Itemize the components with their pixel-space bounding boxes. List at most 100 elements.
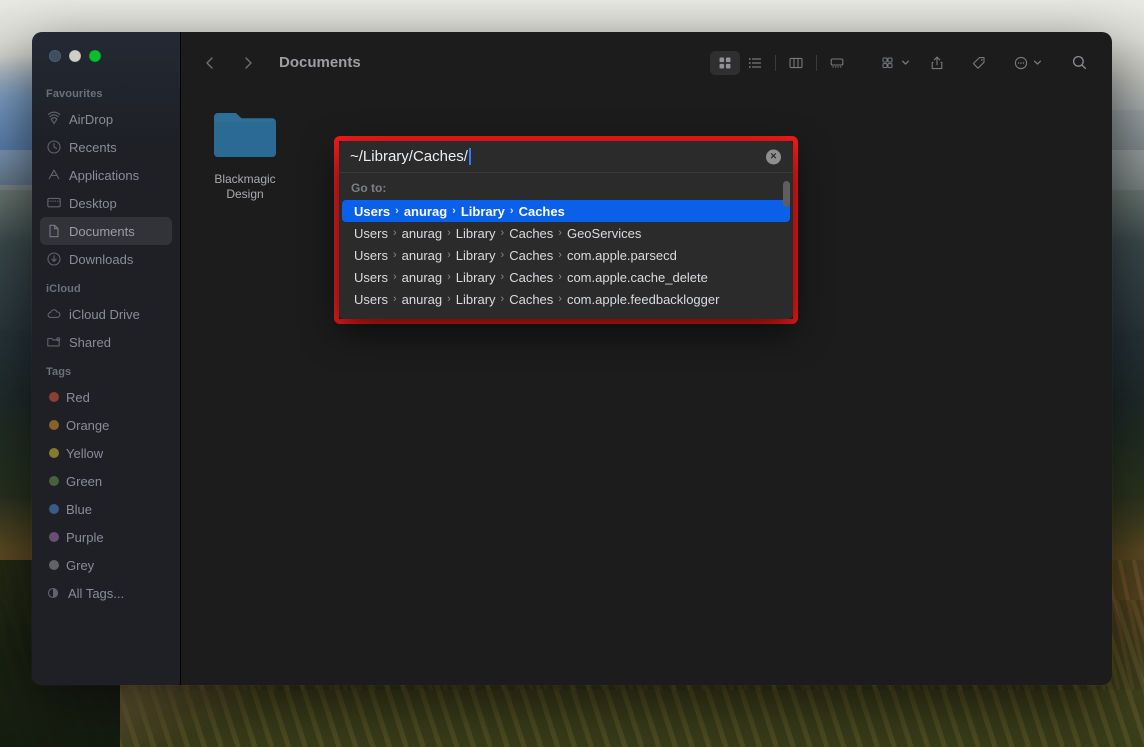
goto-suggestion-row[interactable]: Users › anurag › Library › Caches › com.… xyxy=(342,266,790,288)
close-button[interactable] xyxy=(49,50,61,62)
group-by-button[interactable] xyxy=(874,51,904,75)
cloud-icon xyxy=(46,306,62,322)
view-mode-group xyxy=(710,50,852,75)
crumb: anurag xyxy=(401,291,443,307)
crumb: Library xyxy=(455,225,496,241)
sidebar-label: Desktop xyxy=(69,195,117,211)
sidebar-item-icloud-drive[interactable]: iCloud Drive xyxy=(40,300,172,328)
crumb: anurag xyxy=(403,203,448,219)
sidebar-item-tag-purple[interactable]: Purple xyxy=(40,523,172,551)
sidebar-label: Green xyxy=(66,473,103,489)
goto-list-scrollbar[interactable] xyxy=(783,181,790,303)
crumb: com.apple.parsecd xyxy=(566,247,677,263)
goto-path-field[interactable]: ~/Library/Caches/ × xyxy=(339,141,793,173)
sidebar-item-tag-yellow[interactable]: Yellow xyxy=(40,439,172,467)
crumb-separator-icon: › xyxy=(392,293,397,305)
tag-dot-purple-icon xyxy=(49,532,59,542)
tag-dot-green-icon xyxy=(49,476,59,486)
goto-path-value: ~/Library/Caches/ xyxy=(350,148,468,165)
sidebar-item-desktop[interactable]: Desktop xyxy=(40,189,172,217)
scrollbar-thumb[interactable] xyxy=(783,181,790,207)
crumb-separator-icon: › xyxy=(447,271,451,283)
forward-button[interactable] xyxy=(235,50,261,76)
goto-list-header: Go to: xyxy=(351,181,387,195)
sidebar-item-shared[interactable]: Shared xyxy=(40,328,172,356)
sidebar-item-tag-grey[interactable]: Grey xyxy=(40,551,172,579)
crumb-separator-icon: › xyxy=(500,249,505,261)
list-view-button[interactable] xyxy=(740,51,770,75)
column-view-button[interactable] xyxy=(781,51,811,75)
sidebar-label: Purple xyxy=(66,529,104,545)
crumb: Library xyxy=(460,203,505,219)
sidebar-label: Shared xyxy=(69,334,111,350)
crumb: Caches xyxy=(509,269,554,285)
sidebar-item-downloads[interactable]: Downloads xyxy=(40,245,172,273)
sidebar-label: Yellow xyxy=(66,445,104,461)
toolbar-divider xyxy=(816,54,817,71)
share-button[interactable] xyxy=(922,51,952,75)
crumb-separator-icon: › xyxy=(558,293,562,305)
sidebar-section-icloud: iCloud xyxy=(46,283,81,295)
crumb-separator-icon: › xyxy=(395,205,399,217)
tag-dot-grey-icon xyxy=(49,560,59,570)
sidebar-label: Grey xyxy=(66,557,95,573)
sidebar-item-airdrop[interactable]: AirDrop xyxy=(40,105,172,133)
maximize-button[interactable] xyxy=(89,50,101,62)
crumb: Caches xyxy=(518,203,565,219)
sidebar-item-tag-orange[interactable]: Orange xyxy=(40,411,172,439)
group-by-control[interactable] xyxy=(874,51,910,75)
sidebar-item-tag-red[interactable]: Red xyxy=(40,383,172,411)
back-button[interactable] xyxy=(197,50,223,76)
tag-button[interactable] xyxy=(964,51,994,75)
crumb: anurag xyxy=(401,225,443,241)
sidebar-label: Blue xyxy=(66,501,93,517)
more-actions-control[interactable] xyxy=(1006,51,1042,75)
file-item-blackmagic-design[interactable]: Blackmagic Design xyxy=(199,107,291,202)
goto-suggestion-row[interactable]: Users › anurag › Library › Caches › com.… xyxy=(342,288,790,310)
window-controls xyxy=(49,50,101,62)
goto-suggestion-row[interactable]: Users › anurag › Library › Caches › com.… xyxy=(342,244,790,266)
icon-view-button[interactable] xyxy=(710,50,740,75)
gallery-view-button[interactable] xyxy=(822,51,852,75)
crumb: Library xyxy=(455,269,496,285)
shared-folder-icon xyxy=(46,334,62,350)
clear-circle-icon[interactable]: × xyxy=(766,149,781,164)
goto-folder-dialog: ~/Library/Caches/ × Go to: Users › anura… xyxy=(339,141,793,319)
minimize-button[interactable] xyxy=(69,50,81,62)
crumb: com.apple.feedbacklogger xyxy=(566,291,720,307)
crumb-separator-icon: › xyxy=(452,205,456,217)
goto-suggestions-list: Go to: Users › anurag › Library › Caches… xyxy=(339,173,793,319)
page-title: Documents xyxy=(279,54,361,71)
crumb-separator-icon: › xyxy=(392,271,397,283)
crumb: anurag xyxy=(401,269,443,285)
desktop-icon xyxy=(46,195,62,211)
sidebar-item-tag-blue[interactable]: Blue xyxy=(40,495,172,523)
main-area: Documents Blackmagic Design xyxy=(181,32,1112,685)
tag-dot-blue-icon xyxy=(49,504,59,514)
sidebar-item-applications[interactable]: Applications xyxy=(40,161,172,189)
document-icon xyxy=(46,223,62,239)
sidebar-item-tag-green[interactable]: Green xyxy=(40,467,172,495)
chevron-down-icon xyxy=(1033,58,1042,67)
sidebar-item-recents[interactable]: Recents xyxy=(40,133,172,161)
crumb: com.apple.cache_delete xyxy=(566,269,708,285)
more-actions-button[interactable] xyxy=(1006,51,1036,75)
chevron-down-icon xyxy=(901,58,910,67)
crumb-separator-icon: › xyxy=(558,271,562,283)
finder-window: Favourites AirDrop Recents Applications … xyxy=(32,32,1112,685)
crumb-separator-icon: › xyxy=(500,293,505,305)
folder-icon xyxy=(212,107,278,166)
crumb-separator-icon: › xyxy=(392,249,397,261)
goto-suggestion-row[interactable]: Users › anurag › Library › Caches › GeoS… xyxy=(342,222,790,244)
crumb: Caches xyxy=(509,225,554,241)
sidebar-label: Downloads xyxy=(69,251,134,267)
crumb-separator-icon: › xyxy=(500,227,505,239)
crumb: Library xyxy=(455,291,496,307)
sidebar-item-all-tags[interactable]: All Tags... xyxy=(40,579,172,607)
file-label: Blackmagic Design xyxy=(214,172,276,201)
tag-dot-red-icon xyxy=(49,392,59,402)
goto-suggestion-row[interactable]: Users › anurag › Library › Caches xyxy=(342,200,790,222)
sidebar-label: Applications xyxy=(69,167,140,183)
sidebar-item-documents[interactable]: Documents xyxy=(40,217,172,245)
search-button[interactable] xyxy=(1064,51,1094,75)
